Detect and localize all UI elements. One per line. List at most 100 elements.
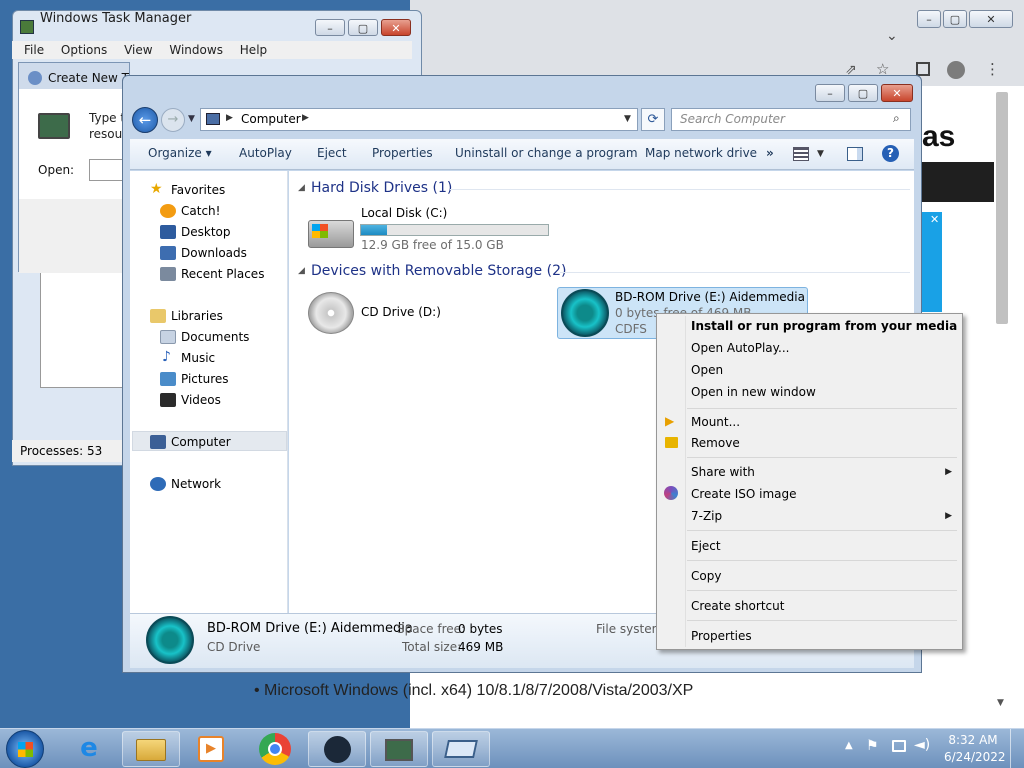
breadcrumb-arrow-icon[interactable]: ▶ [226,113,233,123]
nav-computer[interactable]: Computer [171,435,231,449]
preview-pane-icon[interactable] [847,147,863,161]
internet-explorer-icon[interactable]: e [72,733,106,763]
menu-share-with[interactable]: Share with [691,465,755,479]
menu-create-iso[interactable]: Create ISO image [691,487,796,501]
process-list[interactable] [40,272,130,388]
local-disk-name[interactable]: Local Disk (C:) [361,206,447,220]
run-window-icon [444,740,478,758]
autoplay-button[interactable]: AutoPlay [239,146,292,160]
menu-remove[interactable]: Remove [691,436,740,450]
show-desktop-button[interactable] [1010,729,1024,768]
tab-dropdown-icon[interactable]: ⌄ [886,28,898,44]
nav-desktop[interactable]: Desktop [181,225,231,239]
menu-kebab-icon[interactable]: ⋮ [985,60,1000,78]
more-commands-icon[interactable]: » [766,146,774,160]
menu-open[interactable]: Open [691,363,723,377]
browser-scrollbar-thumb[interactable] [996,92,1008,324]
breadcrumb-child-arrow-icon[interactable]: ▶ [302,113,309,123]
task-manager-title: Windows Task Manager [40,11,192,26]
tm-maximize-button[interactable]: ▢ [348,19,378,36]
organize-button[interactable]: Organize ▾ [148,146,212,160]
profile-avatar-icon[interactable] [947,61,965,79]
cd-drive-name[interactable]: CD Drive (D:) [361,305,441,319]
windows-logo-icon [17,742,33,757]
menu-properties[interactable]: Properties [691,629,752,643]
menu-install-run[interactable]: Install or run program from your media [691,319,957,333]
media-player-icon[interactable]: ▶ [198,736,224,762]
menu-file[interactable]: File [24,43,44,57]
browser-close-button[interactable]: ✕ [969,10,1013,28]
back-button[interactable]: ← [132,107,158,133]
properties-button[interactable]: Properties [372,146,433,160]
create-iso-icon [664,486,678,500]
browser-minimize-button[interactable]: – [917,10,941,28]
nav-downloads[interactable]: Downloads [181,246,247,260]
breadcrumb-computer[interactable]: Computer [241,112,301,126]
catch-icon [160,204,176,218]
explorer-close-button[interactable]: ✕ [881,84,913,102]
music-icon: ♪ [162,349,171,365]
recent-pages-dropdown-icon[interactable]: ▼ [188,114,195,124]
refresh-icon[interactable]: ⟳ [641,108,665,131]
menu-7zip[interactable]: 7-Zip [691,509,722,523]
help-icon[interactable]: ? [882,145,899,162]
run-dialog-icon [28,71,42,85]
tm-minimize-button[interactable]: – [315,19,345,36]
address-dropdown-icon[interactable]: ▼ [624,114,631,124]
recent-places-icon [160,267,176,281]
menu-help[interactable]: Help [240,43,267,57]
collapse-hdd-icon[interactable]: ◢ [298,183,305,193]
taskbar-steam-button[interactable] [308,731,366,767]
nav-network[interactable]: Network [171,477,221,491]
nav-documents[interactable]: Documents [181,330,249,344]
nav-favorites[interactable]: Favorites [171,183,225,197]
nav-pictures[interactable]: Pictures [181,372,229,386]
folder-icon [136,739,166,761]
taskbar-explorer-button[interactable] [122,731,180,767]
start-button[interactable] [6,730,44,768]
taskbar-taskmanager-button[interactable] [370,731,428,767]
menu-open-autoplay[interactable]: Open AutoPlay... [691,341,789,355]
group-hard-disk-drives[interactable]: Hard Disk Drives (1) [311,180,452,196]
nav-videos[interactable]: Videos [181,393,221,407]
volume-icon[interactable]: ◄) [914,737,930,753]
downloads-icon [160,246,176,260]
menu-eject[interactable]: Eject [691,539,721,553]
forward-button[interactable]: → [161,108,185,132]
menu-windows[interactable]: Windows [169,43,223,57]
action-center-flag-icon[interactable]: ⚑ [866,738,879,754]
group-removable-storage[interactable]: Devices with Removable Storage (2) [311,263,566,279]
bd-drive-icon [561,289,609,337]
nav-catch[interactable]: Catch! [181,204,220,218]
menu-open-new-window[interactable]: Open in new window [691,385,816,399]
collapse-removable-icon[interactable]: ◢ [298,266,305,276]
map-network-drive-button[interactable]: Map network drive [645,146,757,160]
view-dropdown-icon[interactable]: ▼ [817,149,824,159]
menu-options[interactable]: Options [61,43,107,57]
nav-recent-places[interactable]: Recent Places [181,267,264,281]
menu-copy[interactable]: Copy [691,569,721,583]
search-icon[interactable]: ⌕ [893,111,900,126]
scroll-down-icon[interactable]: ▼ [997,698,1004,708]
explorer-maximize-button[interactable]: ▢ [848,84,878,102]
menu-mount[interactable]: Mount... [691,415,740,429]
chrome-icon[interactable] [259,733,291,765]
eject-button[interactable]: Eject [317,146,347,160]
menu-view[interactable]: View [124,43,152,57]
nav-music[interactable]: Music [181,351,215,365]
menu-create-shortcut[interactable]: Create shortcut [691,599,784,613]
browser-maximize-button[interactable]: ▢ [943,10,967,28]
change-view-icon[interactable] [793,147,809,161]
tray-expand-icon[interactable]: ▲ [845,740,853,751]
tm-close-button[interactable]: ✕ [381,19,411,36]
sidebar-icon[interactable] [916,62,930,76]
ad-close-icon[interactable]: ✕ [930,213,939,226]
network-tray-icon[interactable] [892,740,906,752]
explorer-minimize-button[interactable]: – [815,84,845,102]
clock-time[interactable]: 8:32 AM [944,733,1002,747]
nav-libraries[interactable]: Libraries [171,309,223,323]
taskbar-run-button[interactable] [432,731,490,767]
clock-date[interactable]: 6/24/2022 [944,750,1006,764]
network-icon [150,477,166,491]
uninstall-button[interactable]: Uninstall or change a program [455,146,638,160]
